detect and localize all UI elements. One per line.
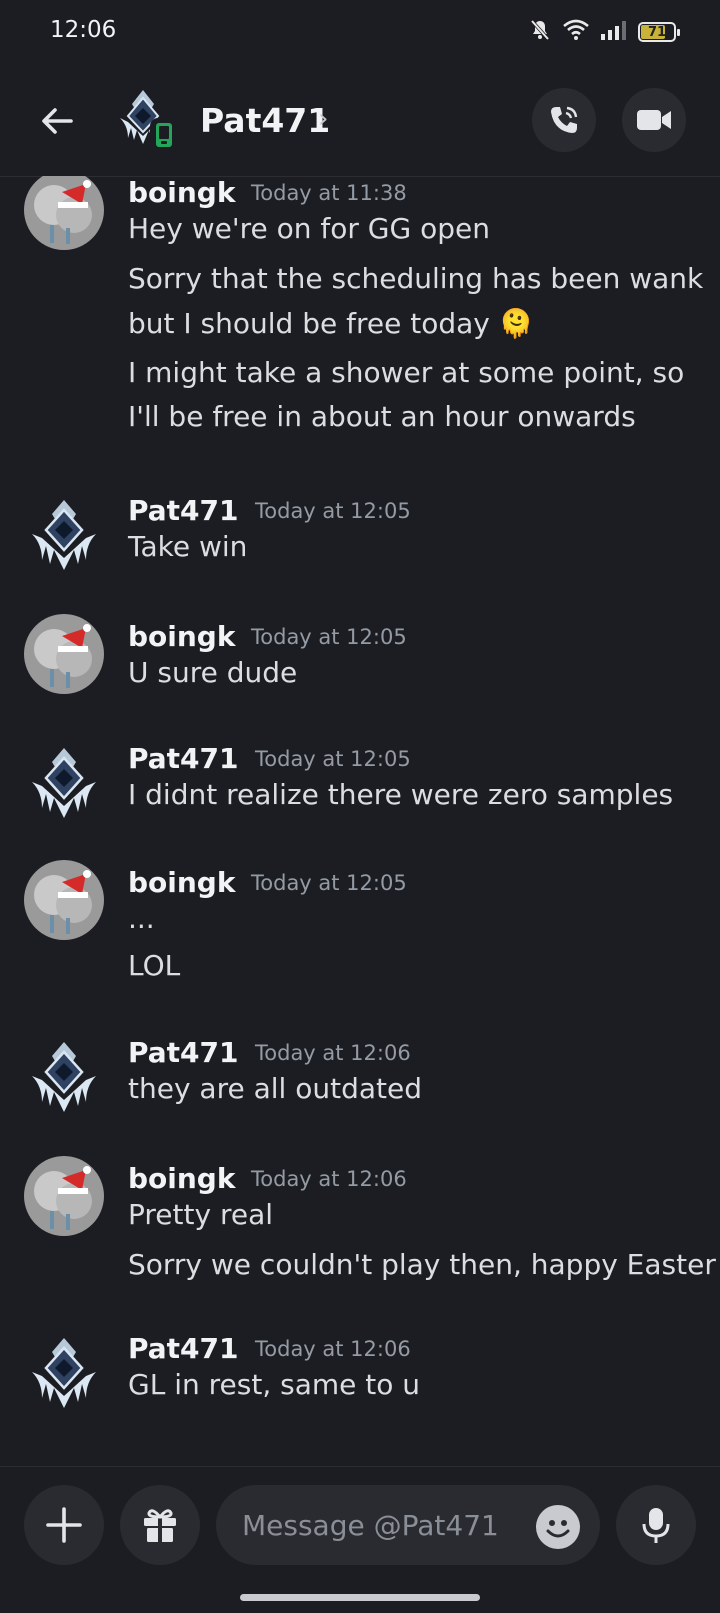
attach-button[interactable] <box>24 1485 104 1565</box>
message-text: I'll be free in about an hour onwards <box>128 400 636 433</box>
message-author[interactable]: boingk <box>128 176 235 209</box>
message-text: LOL <box>128 949 181 982</box>
message-author[interactable]: Pat471 <box>128 1036 239 1069</box>
boingk-avatar[interactable] <box>24 860 104 940</box>
microphone-icon <box>642 1508 670 1543</box>
home-indicator[interactable] <box>240 1594 480 1601</box>
message-text: I might take a shower at some point, so <box>128 356 685 389</box>
boingk-avatar[interactable] <box>24 1156 104 1236</box>
header-title[interactable]: Pat471 <box>200 101 330 140</box>
plus-icon <box>46 1507 82 1543</box>
back-arrow-icon <box>42 108 73 134</box>
message-author[interactable]: Pat471 <box>128 742 239 775</box>
emoji-button[interactable] <box>536 1505 580 1549</box>
status-time: 12:06 <box>50 17 117 43</box>
wifi-icon <box>562 18 590 46</box>
battery-icon: 71 <box>638 22 680 42</box>
message-text: U sure dude <box>128 656 298 689</box>
pat471-avatar[interactable] <box>24 1036 104 1116</box>
video-call-button[interactable] <box>622 88 686 152</box>
battery-level: 71 <box>647 24 667 40</box>
boingk-avatar[interactable] <box>24 176 104 250</box>
voice-message-button[interactable] <box>616 1485 696 1565</box>
bell-off-icon <box>528 18 552 46</box>
video-camera-icon <box>637 110 671 130</box>
boingk-avatar[interactable] <box>24 614 104 694</box>
mobile-status-icon <box>150 118 178 152</box>
message-text: but I should be free today 🫠 <box>128 307 534 340</box>
message-composer <box>0 1466 720 1613</box>
message-list[interactable]: boingk Today at 11:38 Hey we're on for G… <box>0 176 720 1466</box>
message-text: Hey we're on for GG open <box>128 212 490 245</box>
pat471-avatar[interactable] <box>24 742 104 822</box>
message-timestamp: Today at 12:05 <box>251 871 407 895</box>
back-button[interactable] <box>30 94 84 148</box>
voice-call-button[interactable] <box>532 88 596 152</box>
message-author[interactable]: Pat471 <box>128 1332 239 1365</box>
message-timestamp: Today at 12:06 <box>255 1041 411 1065</box>
message-author[interactable]: boingk <box>128 1162 235 1195</box>
gift-icon <box>144 1509 176 1542</box>
phone-call-icon <box>551 106 578 133</box>
message-timestamp: Today at 12:05 <box>251 625 407 649</box>
chat-header: Pat471 › <box>0 66 720 177</box>
emoji-icon <box>546 1520 570 1538</box>
pat471-avatar[interactable] <box>24 1332 104 1412</box>
message-text: GL in rest, same to u <box>128 1368 421 1401</box>
message-timestamp: Today at 12:06 <box>255 1337 411 1361</box>
message-author[interactable]: boingk <box>128 866 235 899</box>
message-text: they are all outdated <box>128 1072 422 1105</box>
message-text: Sorry that the scheduling has been wank <box>128 262 704 295</box>
message-timestamp: Today at 11:38 <box>251 181 407 205</box>
status-icons: 71 <box>528 18 680 46</box>
chevron-right-icon[interactable]: › <box>318 104 328 134</box>
message-timestamp: Today at 12:06 <box>251 1167 407 1191</box>
message-author[interactable]: Pat471 <box>128 494 239 527</box>
gift-button[interactable] <box>120 1485 200 1565</box>
message-text: ... <box>128 902 155 935</box>
message-text: Sorry we couldn't play then, happy Easte… <box>128 1248 716 1281</box>
message-text: I didnt realize there were zero samples <box>128 778 674 811</box>
status-bar: 12:06 71 <box>0 0 720 66</box>
signal-icon <box>600 19 628 45</box>
message-text: Pretty real <box>128 1198 274 1231</box>
message-timestamp: Today at 12:05 <box>255 747 411 771</box>
message-text: Take win <box>128 530 248 563</box>
pat471-avatar[interactable] <box>24 494 104 574</box>
message-author[interactable]: boingk <box>128 620 235 653</box>
message-timestamp: Today at 12:05 <box>255 499 411 523</box>
